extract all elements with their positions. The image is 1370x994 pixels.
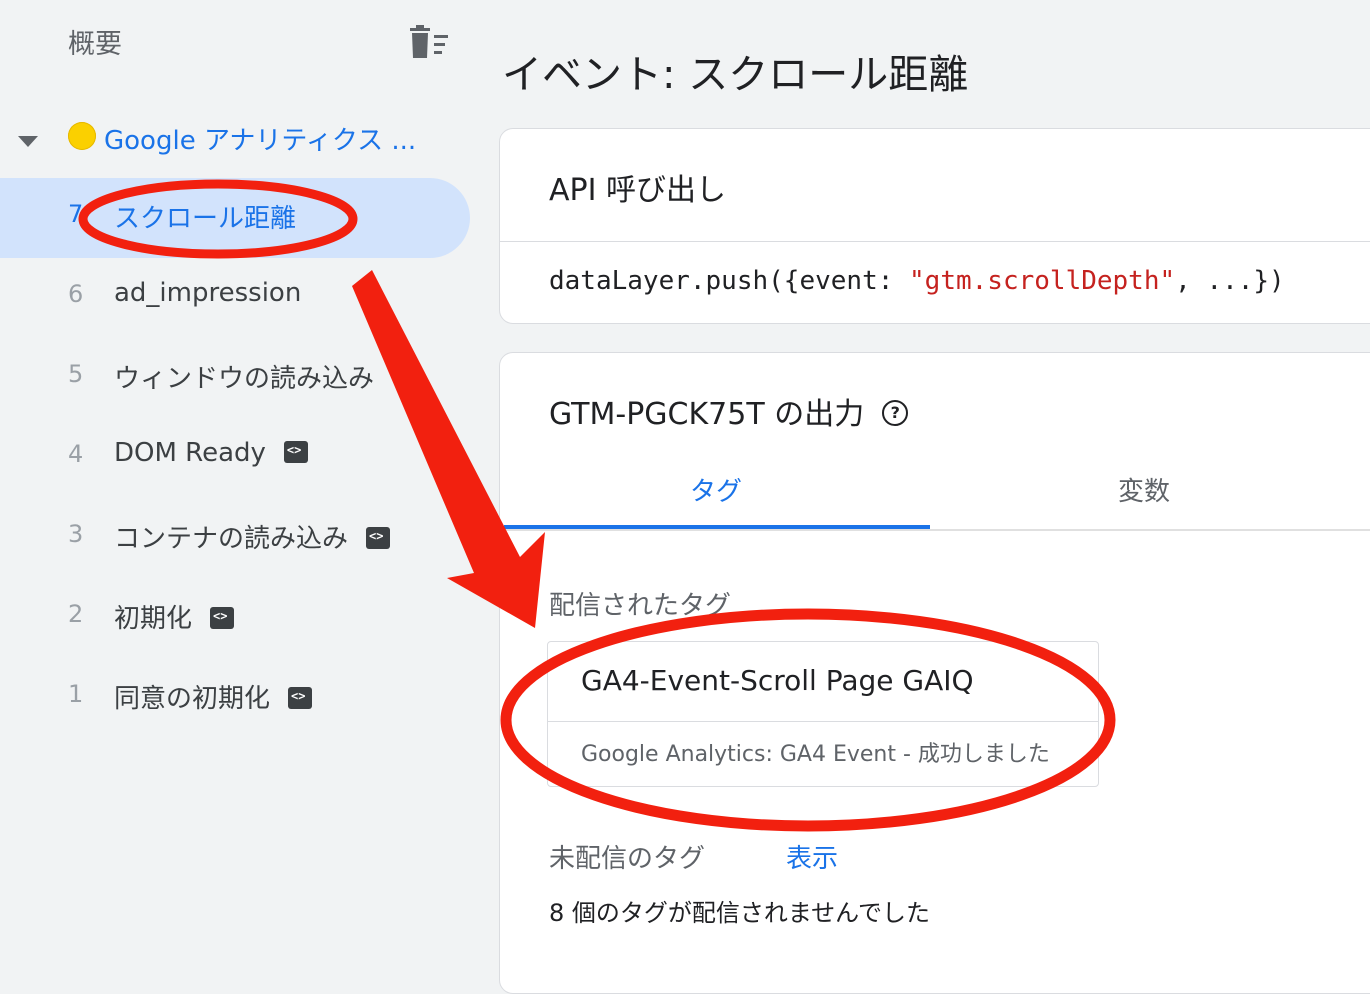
- event-label: ad_impression: [114, 278, 302, 308]
- event-number: 7: [68, 200, 84, 228]
- not-fired-count: 8 個のタグが配信されませんでした: [549, 899, 930, 927]
- output-tabs: タグ 変数: [500, 449, 1370, 531]
- sidebar: 概要 Google アナリティクス ... 7 スクロール距離 6 ad_imp…: [0, 0, 500, 960]
- event-label: コンテナの読み込み: [114, 524, 349, 554]
- yellow-circle-icon: [68, 122, 96, 150]
- tag-status: Google Analytics: GA4 Event - 成功しました: [581, 742, 1050, 767]
- event-label-with-badge: 初期化: [114, 598, 235, 635]
- output-title-text: GTM-PGCK75T の出力: [549, 397, 865, 432]
- active-tab-indicator: [504, 525, 930, 529]
- event-item-container-loaded[interactable]: 3 コンテナの読み込み: [0, 498, 470, 578]
- fired-tags-label: 配信されたタグ: [549, 591, 732, 621]
- event-label-with-badge: 同意の初期化: [114, 678, 313, 715]
- event-label: 同意の初期化: [114, 684, 271, 714]
- event-label-with-badge: DOM Ready: [114, 438, 308, 468]
- caret-down-icon[interactable]: [18, 136, 38, 147]
- event-number: 5: [68, 360, 84, 388]
- container-name: Google アナリティクス ...: [104, 126, 417, 156]
- api-card-title: API 呼び出し: [549, 173, 726, 208]
- fired-tag-card[interactable]: GA4-Event-Scroll Page GAIQ Google Analyt…: [547, 641, 1099, 787]
- event-number: 2: [68, 600, 84, 628]
- event-item-consent-initialization[interactable]: 1 同意の初期化: [0, 658, 470, 738]
- show-not-fired-link[interactable]: 表示: [786, 838, 838, 875]
- code-badge-icon: [366, 527, 391, 549]
- event-label: スクロール距離: [114, 204, 297, 234]
- tab-tags[interactable]: タグ: [690, 471, 742, 508]
- event-item-ad-impression[interactable]: 6 ad_impression: [0, 258, 470, 338]
- api-call-card: API 呼び出し dataLayer.push({event: "gtm.scr…: [499, 128, 1370, 324]
- output-card: GTM-PGCK75T の出力 タグ 変数 配信されたタグ GA4-Event-…: [499, 352, 1370, 994]
- event-item-dom-ready[interactable]: 4 DOM Ready: [0, 418, 470, 498]
- api-call-code: dataLayer.push({event: "gtm.scrollDepth"…: [549, 266, 1285, 296]
- tab-variables[interactable]: 変数: [1118, 471, 1170, 508]
- event-number: 6: [68, 280, 84, 308]
- event-item-scroll-depth[interactable]: 7 スクロール距離: [0, 178, 470, 258]
- delete-sweep-icon[interactable]: [408, 24, 450, 60]
- event-item-initialization[interactable]: 2 初期化: [0, 578, 470, 658]
- output-card-title: GTM-PGCK75T の出力: [549, 389, 909, 433]
- event-label: ウィンドウの読み込み: [114, 364, 375, 394]
- event-number: 4: [68, 440, 84, 468]
- divider: [548, 721, 1098, 722]
- event-item-window-loaded[interactable]: 5 ウィンドウの読み込み: [0, 338, 470, 418]
- container-tree-item[interactable]: Google アナリティクス ...: [0, 110, 470, 166]
- event-label: DOM Ready: [114, 438, 266, 468]
- divider: [500, 241, 1370, 242]
- code-badge-icon: [210, 607, 235, 629]
- event-label: 初期化: [114, 604, 193, 634]
- not-fired-tags-label: 未配信のタグ: [549, 844, 706, 874]
- event-number: 1: [68, 680, 84, 708]
- code-badge-icon: [283, 441, 308, 463]
- page-title: イベント: スクロール距離: [502, 52, 969, 98]
- event-list: 7 スクロール距離 6 ad_impression 5 ウィンドウの読み込み 4…: [0, 178, 470, 738]
- code-string: "gtm.scrollDepth": [909, 266, 1176, 296]
- code-prefix: dataLayer.push({event:: [549, 266, 910, 296]
- code-badge-icon: [288, 687, 313, 709]
- event-number: 3: [68, 520, 84, 548]
- event-label-with-badge: コンテナの読み込み: [114, 518, 391, 555]
- help-circle-icon[interactable]: [882, 400, 909, 426]
- summary-link[interactable]: 概要: [68, 22, 122, 61]
- tag-name: GA4-Event-Scroll Page GAIQ: [581, 664, 974, 697]
- code-suffix: , ...}): [1175, 266, 1285, 296]
